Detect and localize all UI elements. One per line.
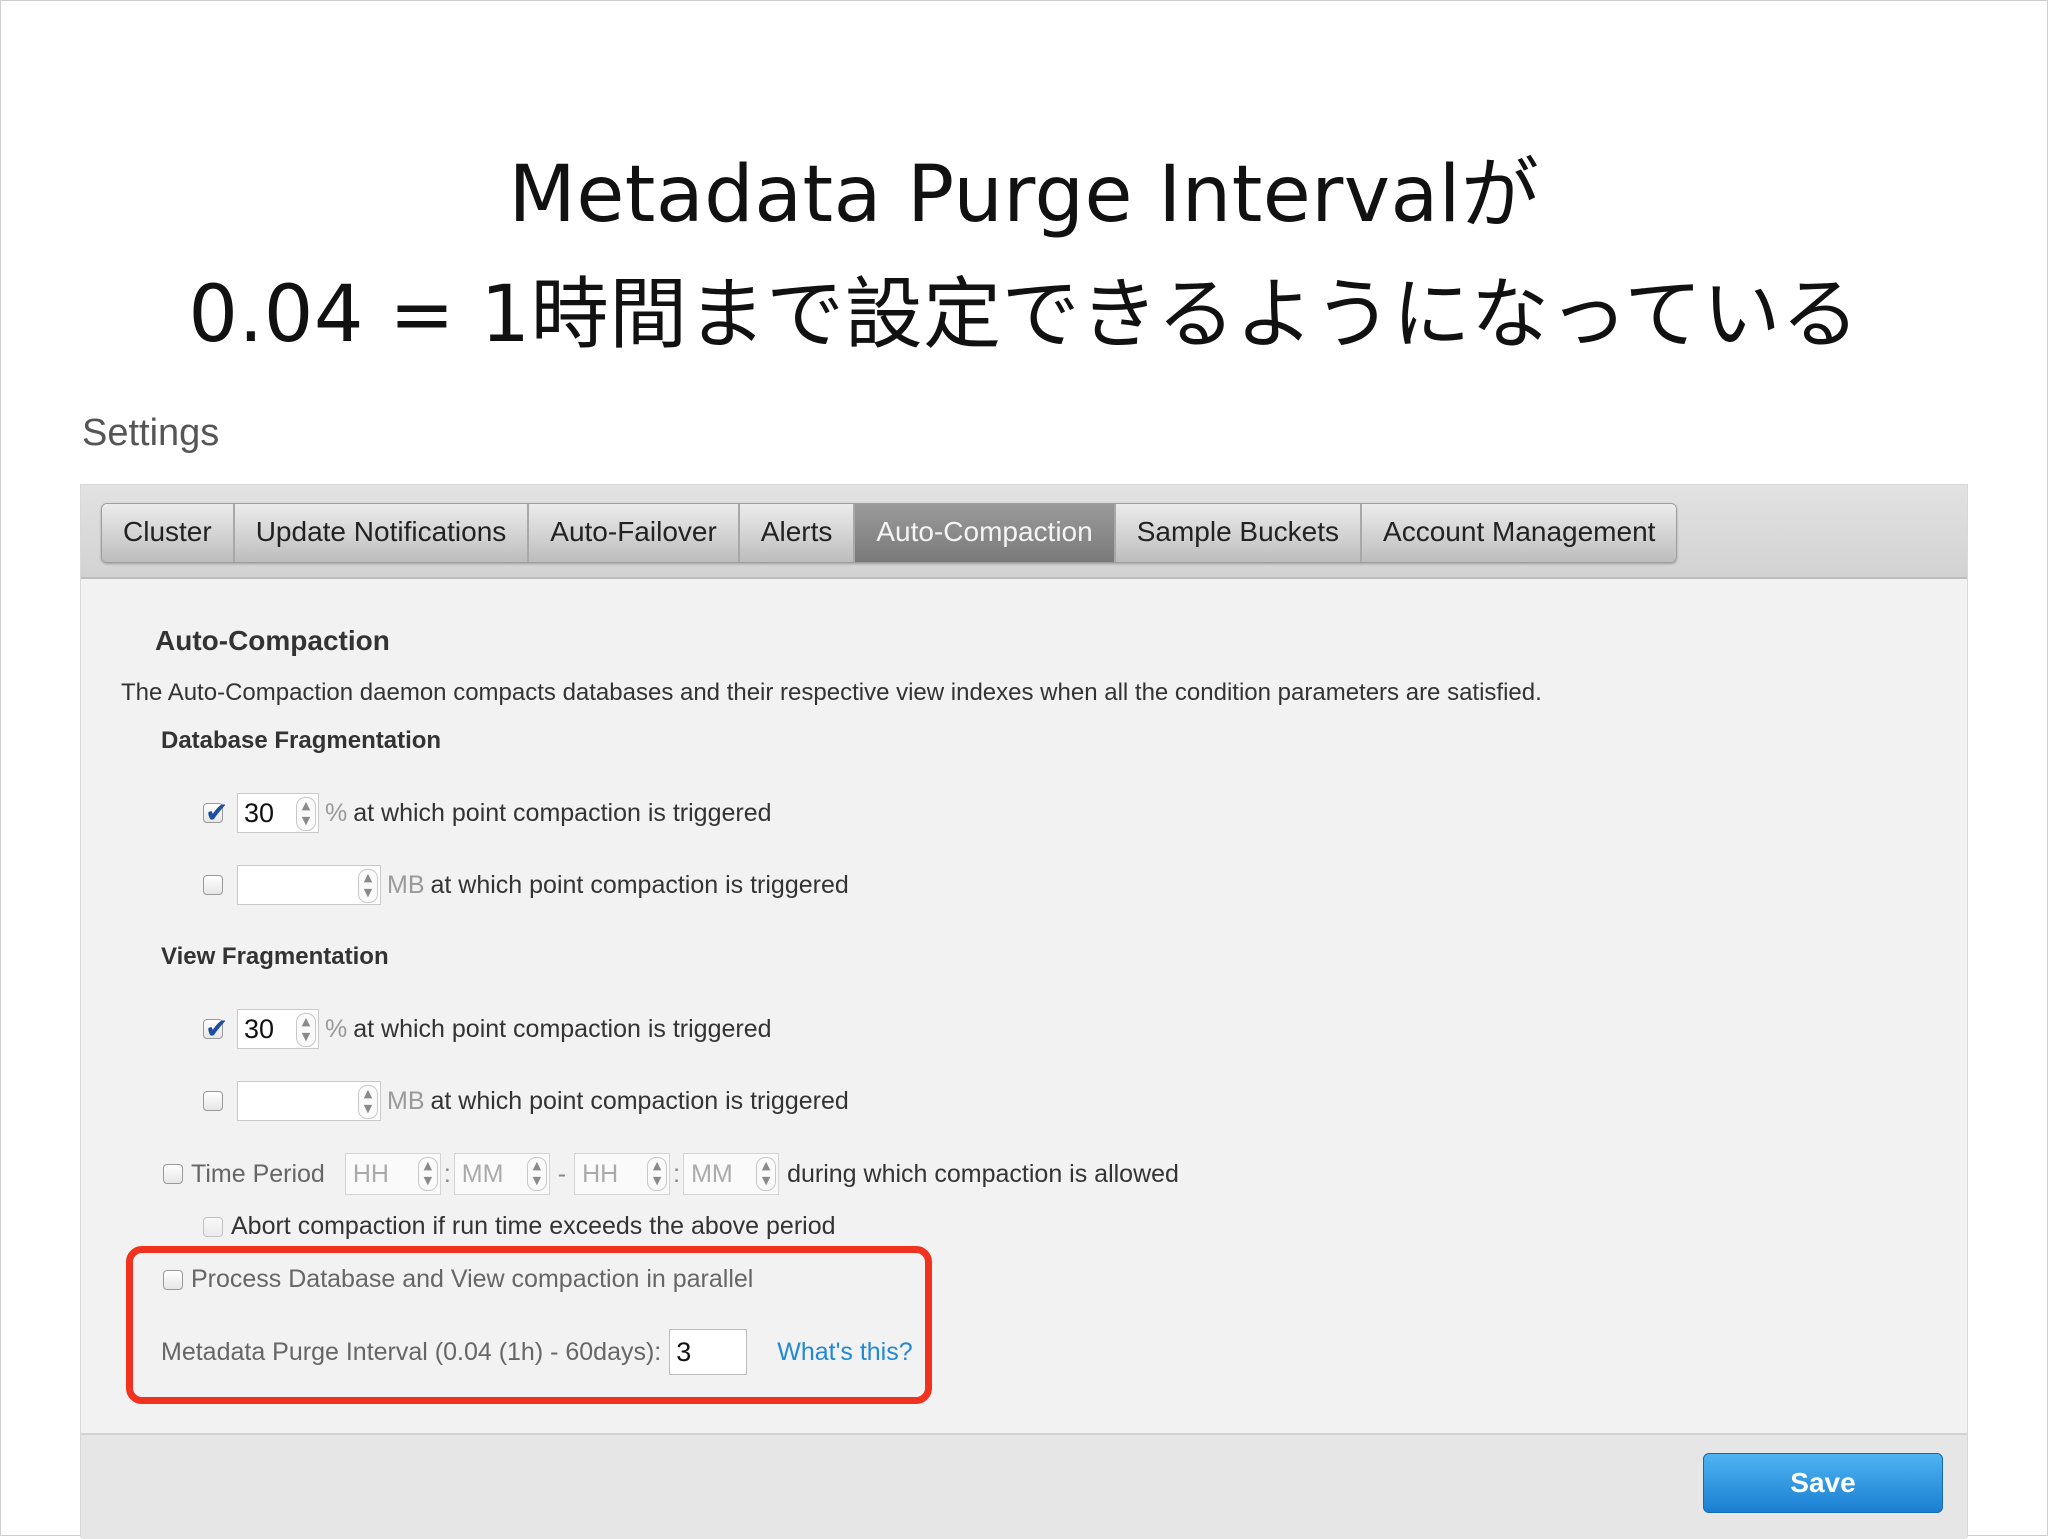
abort-label: Abort compaction if run time exceeds the… <box>231 1212 836 1240</box>
percent-unit: % <box>325 798 348 827</box>
spinner-icon[interactable]: ▲ ▼ <box>358 1085 378 1119</box>
view-mb-input[interactable]: ▲ ▼ <box>237 1081 381 1121</box>
db-mb-label: at which point compaction is triggered <box>430 870 849 899</box>
db-percent-row: 30 ▲▼ % at which point compaction is tri… <box>203 793 772 833</box>
spinner-icon[interactable]: ▲ ▼ <box>417 1157 438 1191</box>
tab-auto-compaction[interactable]: Auto-Compaction <box>855 504 1116 562</box>
settings-footer: Save <box>81 1433 1967 1539</box>
from-hour-input[interactable]: HH ▲ ▼ <box>344 1153 441 1195</box>
view-mb-row: ▲ ▼ MB at which point compaction is trigg… <box>203 1081 849 1121</box>
slide-title-line-1: Metadata Purge Intervalが <box>508 150 1540 240</box>
save-button[interactable]: Save <box>1703 1453 1943 1513</box>
view-percent-input[interactable]: 30 ▲ ▼ <box>237 1009 319 1049</box>
database-fragmentation-heading: Database Fragmentation <box>161 727 442 754</box>
mb-unit: MB <box>387 870 425 899</box>
colon-separator: : <box>443 1159 451 1188</box>
db-percent-checkbox[interactable] <box>203 796 228 829</box>
view-fragmentation-heading: View Fragmentation <box>161 943 389 970</box>
to-hour-input[interactable]: HH ▲ ▼ <box>574 1153 671 1195</box>
time-period-row: Time Period HH ▲ ▼ : MM ▲ ▼ - HH ▲ ▼ : MM ▲… <box>163 1153 1179 1195</box>
to-hour-placeholder: HH <box>582 1160 619 1188</box>
tab-cluster[interactable]: Cluster <box>102 504 235 562</box>
view-percent-checkbox[interactable] <box>203 1012 228 1045</box>
from-minute-input[interactable]: MM ▲ ▼ <box>453 1153 550 1195</box>
view-mb-checkbox[interactable] <box>203 1091 223 1111</box>
colon-separator: : <box>673 1159 681 1188</box>
view-percent-row: 30 ▲▼ % at which point compaction is tri… <box>203 1009 772 1049</box>
tab-sample-buckets[interactable]: Sample Buckets <box>1115 504 1363 562</box>
page-title: Settings <box>82 412 220 454</box>
dash-separator: - <box>557 1159 567 1188</box>
tab-bar: Cluster Update Notifications Auto-Failov… <box>81 485 1967 579</box>
db-percent-label: at which point compaction is triggered <box>353 798 772 827</box>
to-minute-placeholder: MM <box>691 1160 733 1188</box>
spinner-icon[interactable]: ▲ ▼ <box>647 1157 668 1191</box>
view-mb-label: at which point compaction is triggered <box>430 1086 849 1115</box>
to-minute-input[interactable]: MM ▲ ▼ <box>683 1153 780 1195</box>
from-minute-placeholder: MM <box>461 1160 504 1188</box>
slide-title-line-2: 0.04 = 1時間まで設定できるようになっている <box>188 270 1860 360</box>
percent-unit: % <box>325 1014 348 1043</box>
tab-auto-failover[interactable]: Auto-Failover <box>529 504 740 562</box>
view-percent-label: at which point compaction is triggered <box>353 1014 772 1043</box>
db-mb-checkbox[interactable] <box>203 875 223 895</box>
highlight-annotation-box <box>126 1246 932 1404</box>
db-percent-value: 30 <box>244 798 275 828</box>
time-period-suffix: during which compaction is allowed <box>787 1159 1179 1188</box>
abort-row: Abort compaction if run time exceeds the… <box>203 1212 836 1241</box>
spinner-icon[interactable]: ▲ ▼ <box>526 1157 547 1191</box>
tab-update-notifications[interactable]: Update Notifications <box>234 504 530 562</box>
db-mb-row: ▲ ▼ MB at which point compaction is trigg… <box>203 865 849 905</box>
tab-group: Cluster Update Notifications Auto-Failov… <box>101 503 1678 563</box>
spinner-icon[interactable]: ▲ ▼ <box>296 797 316 831</box>
view-percent-value: 30 <box>244 1014 275 1044</box>
db-mb-input[interactable]: ▲ ▼ <box>237 865 381 905</box>
spinner-icon[interactable]: ▲ ▼ <box>756 1157 777 1191</box>
from-hour-placeholder: HH <box>352 1160 389 1188</box>
spinner-icon[interactable]: ▲ ▼ <box>296 1013 316 1047</box>
section-description: The Auto-Compaction daemon compacts data… <box>121 679 1542 706</box>
spinner-icon[interactable]: ▲ ▼ <box>358 869 378 903</box>
time-period-checkbox[interactable] <box>163 1164 183 1184</box>
tab-alerts[interactable]: Alerts <box>739 504 856 562</box>
mb-unit: MB <box>387 1086 425 1115</box>
tab-account-management[interactable]: Account Management <box>1362 504 1677 562</box>
abort-checkbox[interactable] <box>203 1216 223 1237</box>
section-title: Auto-Compaction <box>155 625 390 656</box>
time-period-label: Time Period <box>191 1159 325 1188</box>
db-percent-input[interactable]: 30 ▲ ▼ <box>237 793 319 833</box>
